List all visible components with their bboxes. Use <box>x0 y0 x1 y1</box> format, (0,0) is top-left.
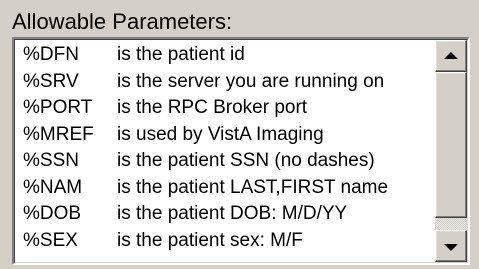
param-code: %PORT <box>23 97 93 118</box>
list-item-dfn[interactable]: %DFN is the patient id <box>17 42 435 69</box>
scroll-up-button[interactable] <box>435 40 467 72</box>
list-item-sex[interactable]: %SEX is the patient sex: M/F <box>17 228 435 255</box>
list-item-srv[interactable]: %SRV is the server you are running on <box>17 69 435 96</box>
param-code: %SEX <box>23 229 78 251</box>
vertical-scrollbar[interactable] <box>435 40 467 262</box>
list-item-dob[interactable]: %DOB is the patient DOB: M/D/YY <box>17 201 435 228</box>
list-item-mref[interactable]: %MREF is used by VistA Imaging <box>17 122 435 149</box>
param-code: %SRV <box>23 70 79 92</box>
param-description: is the patient id <box>117 44 245 65</box>
param-description: is the patient LAST,FIRST name <box>117 176 389 198</box>
param-code: %NAM <box>23 176 83 198</box>
param-code: %DFN <box>23 44 79 65</box>
param-code: %SSN <box>23 150 79 171</box>
param-description: is the patient SSN (no dashes) <box>117 150 375 171</box>
group-title: Allowable Parameters: <box>12 9 233 34</box>
list-item-nam[interactable]: %NAM is the patient LAST,FIRST name <box>17 175 435 202</box>
parameters-list: %DFN is the patient id %SRV is the serve… <box>17 42 435 260</box>
param-description: is used by VistA Imaging <box>117 123 324 145</box>
param-code: %MREF <box>23 123 94 145</box>
param-description: is the server you are running on <box>117 70 385 92</box>
list-item-ssn[interactable]: %SSN is the patient SSN (no dashes) <box>17 148 435 175</box>
param-description: is the patient sex: M/F <box>117 229 303 251</box>
list-item-port[interactable]: %PORT is the RPC Broker port <box>17 95 435 122</box>
scroll-down-button[interactable] <box>435 230 467 262</box>
param-description: is the RPC Broker port <box>117 97 308 118</box>
arrow-down-icon <box>444 243 458 251</box>
parameters-listbox[interactable]: %DFN is the patient id %SRV is the serve… <box>12 37 470 265</box>
arrow-up-icon <box>444 51 458 59</box>
param-description: is the patient DOB: M/D/YY <box>117 203 348 224</box>
param-code: %DOB <box>23 203 82 224</box>
scroll-thumb[interactable] <box>435 72 467 218</box>
